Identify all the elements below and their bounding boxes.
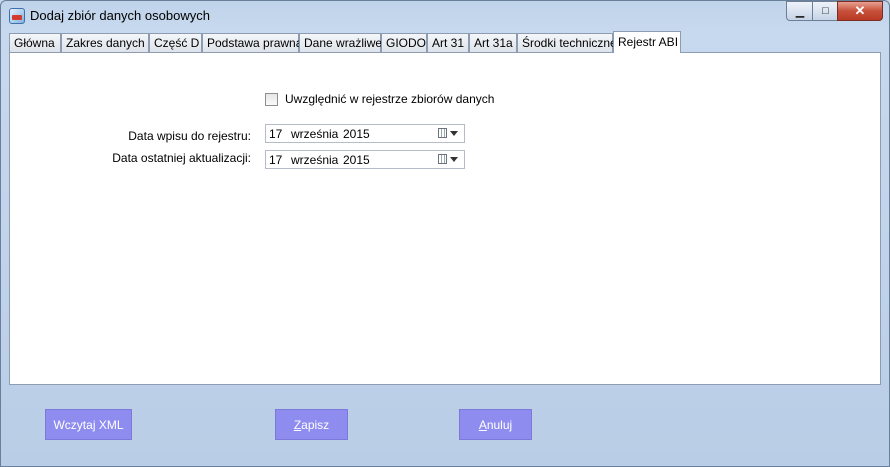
- dialog-window: Dodaj zbiór danych osobowych ▁ □ ✕ Główn…: [0, 0, 890, 467]
- tab-podstawa-prawna[interactable]: Podstawa prawna: [202, 33, 302, 52]
- maximize-button[interactable]: □: [812, 1, 838, 21]
- tab-art-31[interactable]: Art 31: [427, 33, 469, 52]
- update-date-day[interactable]: 17: [269, 153, 291, 167]
- update-date-label: Data ostatniej aktualizacji:: [112, 151, 251, 165]
- chevron-down-icon[interactable]: [450, 131, 458, 136]
- app-icon: [9, 8, 25, 24]
- window-title: Dodaj zbiór danych osobowych: [30, 8, 210, 23]
- register-checkbox[interactable]: [265, 92, 278, 106]
- tab-rejestr-abi[interactable]: Rejestr ABI: [613, 31, 681, 53]
- calendar-icon[interactable]: [438, 128, 447, 138]
- update-date-year[interactable]: 2015: [343, 153, 383, 167]
- tab-glowna[interactable]: Główna: [9, 33, 61, 52]
- tab-art-31a[interactable]: Art 31a: [469, 33, 517, 52]
- cancel-label: Anuluj: [478, 417, 513, 432]
- register-checkbox-label[interactable]: Uwzględnić w rejestrze zbiorów danych: [285, 92, 494, 106]
- close-icon: ✕: [854, 3, 866, 18]
- entry-date-day[interactable]: 17: [269, 127, 291, 141]
- tab-panel-rejestr-abi: Uwzględnić w rejestrze zbiorów danych Da…: [9, 52, 881, 385]
- entry-date-label: Data wpisu do rejestru:: [128, 129, 251, 143]
- load-xml-button[interactable]: Wczytaj XML: [45, 409, 132, 440]
- entry-date-picker[interactable]: 17 września 2015: [265, 124, 465, 143]
- maximize-icon: □: [822, 5, 829, 17]
- tab-giodo[interactable]: GIODO: [381, 33, 427, 52]
- entry-date-month[interactable]: września: [291, 127, 343, 141]
- tab-srodki-techniczne[interactable]: Środki techniczne: [517, 33, 617, 52]
- entry-date-year[interactable]: 2015: [343, 127, 383, 141]
- load-xml-label: Wczytaj XML: [53, 417, 124, 432]
- save-label: Zapisz: [293, 417, 330, 432]
- tab-zakres-danych[interactable]: Zakres danych: [61, 33, 149, 52]
- register-checkbox-row[interactable]: Uwzględnić w rejestrze zbiorów danych: [265, 92, 494, 106]
- update-date-picker[interactable]: 17 września 2015: [265, 150, 465, 169]
- tab-dane-wrazliwe[interactable]: Dane wrażliwe: [299, 33, 382, 52]
- chevron-down-icon[interactable]: [450, 157, 458, 162]
- update-date-month[interactable]: września: [291, 153, 343, 167]
- cancel-button[interactable]: Anuluj: [459, 409, 532, 440]
- minimize-button[interactable]: ▁: [786, 1, 813, 21]
- close-button[interactable]: ✕: [837, 1, 883, 21]
- minimize-icon: ▁: [795, 5, 805, 18]
- tab-czesc-d[interactable]: Część D: [149, 33, 202, 52]
- title-bar[interactable]: Dodaj zbiór danych osobowych ▁ □ ✕: [1, 1, 889, 31]
- save-button[interactable]: Zapisz: [275, 409, 348, 440]
- calendar-icon[interactable]: [438, 154, 447, 164]
